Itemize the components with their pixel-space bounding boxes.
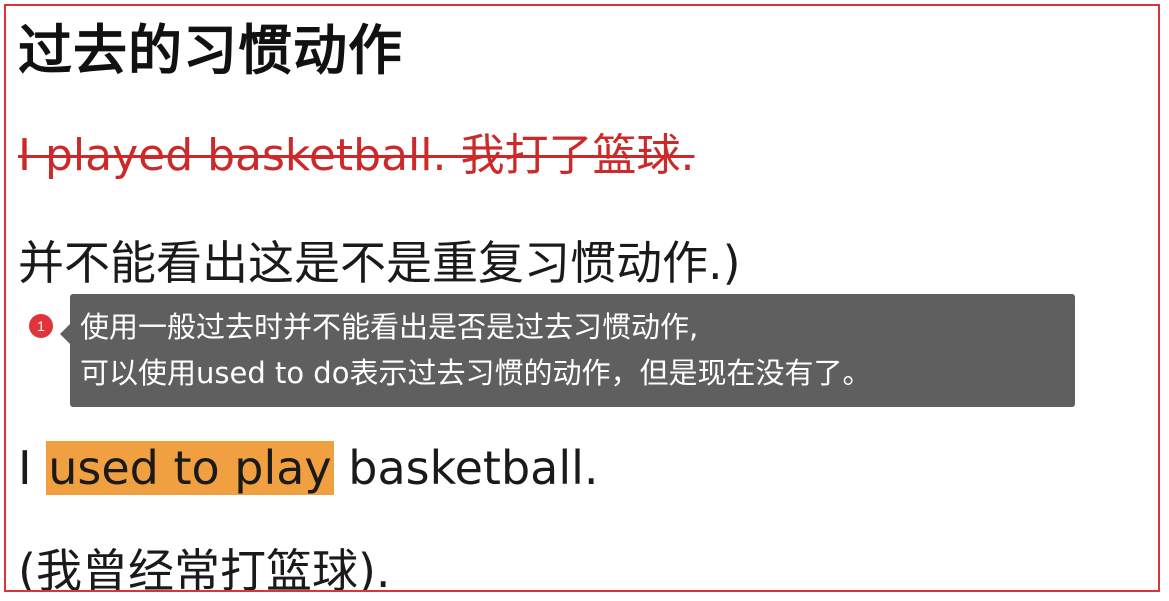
annotation-tooltip: 使用一般过去时并不能看出是否是过去习惯动作, 可以使用used to do表示过… bbox=[60, 294, 1075, 407]
example-sentence: I used to play basketball. bbox=[18, 436, 599, 500]
translation-line: (我曾经常打篮球). bbox=[18, 544, 391, 592]
annotation-marker[interactable]: 1 bbox=[29, 314, 53, 338]
annotation-line-1: 使用一般过去时并不能看出是否是过去习惯动作, bbox=[80, 310, 699, 344]
annotation-line-2: 可以使用used to do表示过去习惯的动作，但是现在没有了。 bbox=[80, 356, 872, 390]
note-line: 并不能看出这是不是重复习惯动作.) bbox=[18, 236, 741, 290]
example-prefix: I bbox=[18, 441, 47, 495]
example-suffix: basketball. bbox=[333, 441, 599, 495]
struck-example-sentence: I played basketball. 我打了篮球. bbox=[18, 130, 695, 181]
slide-title: 过去的习惯动作 bbox=[18, 19, 403, 82]
highlighted-phrase: used to play bbox=[46, 441, 334, 495]
